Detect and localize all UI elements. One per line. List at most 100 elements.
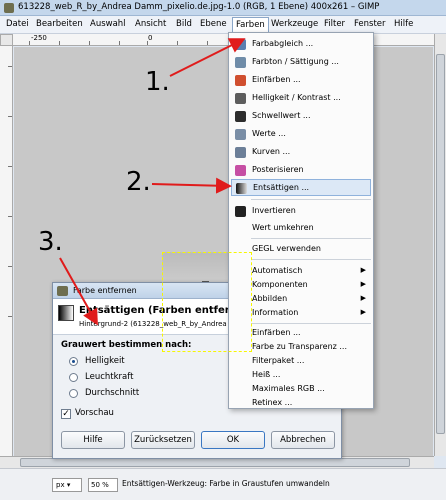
dialog-title: Farbe entfernen	[73, 286, 137, 295]
status-message: Entsättigen-Werkzeug: Farbe in Graustufe…	[122, 479, 330, 488]
ruler-tick	[8, 116, 12, 117]
ruler-tick	[29, 41, 30, 45]
levels-icon	[235, 129, 246, 140]
ruler-number: -250	[31, 34, 47, 42]
menu-item-label: Komponenten	[252, 280, 308, 289]
image-building	[178, 286, 184, 316]
menu-item-label: Retinex ...	[252, 398, 293, 407]
ruler-corner[interactable]	[0, 34, 13, 46]
brightness-contrast-icon	[235, 93, 246, 104]
statusbar: px ▾ 50 % Entsättigen-Werkzeug: Farbe in…	[0, 468, 446, 500]
menu-item-label: Einfärben ...	[252, 328, 301, 337]
menu-item-retinex[interactable]: Retinex ...	[231, 395, 371, 412]
submenu-arrow-icon: ▶	[360, 280, 366, 288]
menu-hilfe[interactable]: Hilfe	[394, 19, 413, 29]
menu-item-label: Entsättigen ...	[253, 183, 310, 192]
window-titlebar: 613228_web_R_by_Andrea Damm_pixelio.de.j…	[0, 0, 446, 16]
menu-item-color-balance[interactable]: Farbabgleich ...	[231, 36, 371, 53]
image-layer[interactable]	[162, 252, 252, 352]
menu-bild[interactable]: Bild	[176, 19, 192, 29]
radio-button-selected[interactable]	[69, 357, 78, 366]
farben-menu: Farbabgleich ... Farbton / Sättigung ...…	[228, 32, 374, 409]
ruler-tick	[207, 41, 208, 45]
cancel-button[interactable]: Abbrechen	[271, 431, 335, 449]
menu-item-threshold[interactable]: Schwellwert ...	[231, 108, 371, 125]
image-building	[212, 292, 224, 316]
radio-label: Leuchtkraft	[85, 372, 134, 382]
menu-item-label: Helligkeit / Kontrast ...	[252, 93, 341, 102]
menu-item-use-gegl[interactable]: GEGL verwenden	[231, 241, 371, 258]
ruler-tick	[8, 166, 12, 167]
menu-item-posterize[interactable]: Posterisieren	[231, 162, 371, 179]
menu-item-value-invert[interactable]: Wert umkehren	[231, 220, 371, 237]
radio-button[interactable]	[69, 389, 78, 398]
menu-item-label: Farbe zu Transparenz ...	[252, 342, 348, 351]
vertical-scrollbar[interactable]	[434, 34, 446, 456]
menu-item-label: Farbabgleich ...	[252, 39, 314, 48]
ruler-left[interactable]	[0, 46, 13, 456]
ruler-number: 0	[148, 34, 153, 42]
menu-werkzeuge[interactable]: Werkzeuge	[271, 19, 318, 29]
hue-saturation-icon	[235, 57, 246, 68]
menu-item-label: Einfärben ...	[252, 75, 301, 84]
ruler-tick	[8, 316, 12, 317]
menu-item-label: Filterpaket ...	[252, 356, 305, 365]
curves-icon	[235, 147, 246, 158]
menu-item-invert[interactable]: Invertieren	[231, 203, 371, 220]
menu-datei[interactable]: Datei	[6, 19, 29, 29]
preview-label: Vorschau	[75, 408, 114, 418]
ok-button[interactable]: OK	[201, 431, 265, 449]
ruler-tick	[8, 266, 12, 267]
menu-item-info[interactable]: Information ▶	[231, 305, 371, 322]
vertical-scroll-thumb[interactable]	[436, 54, 445, 434]
menu-bearbeiten[interactable]: Bearbeiten	[36, 19, 83, 29]
menu-separator	[251, 199, 371, 200]
image-building	[239, 296, 249, 316]
step-3-label: 3.	[38, 227, 63, 257]
menu-item-desaturate[interactable]: Entsättigen ...	[231, 179, 371, 196]
menu-item-brightness-contrast[interactable]: Helligkeit / Kontrast ...	[231, 90, 371, 107]
menu-fenster[interactable]: Fenster	[354, 19, 386, 29]
horizontal-scroll-thumb[interactable]	[20, 458, 410, 467]
radio-label: Durchschnitt	[85, 388, 140, 398]
gimp-icon	[57, 286, 68, 296]
ruler-tick	[177, 41, 178, 45]
desaturate-icon	[236, 183, 247, 194]
gimp-icon	[4, 3, 14, 13]
unit-select[interactable]: px ▾	[52, 478, 82, 492]
step-2-label: 2.	[126, 167, 151, 197]
submenu-arrow-icon: ▶	[360, 294, 366, 302]
menu-item-colorize[interactable]: Einfärben ...	[231, 72, 371, 89]
menu-item-label: Farbton / Sättigung ...	[252, 57, 339, 66]
menu-item-curves[interactable]: Kurven ...	[231, 144, 371, 161]
color-balance-icon	[235, 39, 246, 50]
menu-item-label: Kurven ...	[252, 147, 291, 156]
menu-auswahl[interactable]: Auswahl	[90, 19, 126, 29]
menu-item-label: Automatisch	[252, 266, 303, 275]
menu-ansicht[interactable]: Ansicht	[135, 19, 166, 29]
menu-item-label: Information	[252, 308, 299, 317]
zoom-select[interactable]: 50 %	[88, 478, 118, 492]
preview-checkbox[interactable]: ✓	[61, 409, 71, 419]
submenu-arrow-icon: ▶	[360, 266, 366, 274]
menu-item-label: Schwellwert ...	[252, 111, 311, 120]
threshold-icon	[235, 111, 246, 122]
radio-button[interactable]	[69, 373, 78, 382]
menu-ebene[interactable]: Ebene	[200, 19, 227, 29]
ruler-tick	[59, 41, 60, 45]
menu-item-hue-saturation[interactable]: Farbton / Sättigung ...	[231, 54, 371, 71]
reset-button[interactable]: Zurücksetzen	[131, 431, 195, 449]
ruler-tick	[89, 41, 90, 45]
posterize-icon	[235, 165, 246, 176]
menu-separator	[251, 323, 371, 324]
menu-item-label: Werte ...	[252, 129, 286, 138]
menu-item-label: Wert umkehren	[252, 223, 314, 232]
menu-item-label: Maximales RGB ...	[252, 384, 325, 393]
help-button[interactable]: Hilfe	[61, 431, 125, 449]
menu-item-levels[interactable]: Werte ...	[231, 126, 371, 143]
invert-icon	[235, 206, 246, 217]
image-building	[167, 294, 175, 316]
menu-filter[interactable]: Filter	[324, 19, 345, 29]
menu-farben[interactable]: Farben	[232, 17, 269, 33]
image-water	[162, 316, 252, 352]
